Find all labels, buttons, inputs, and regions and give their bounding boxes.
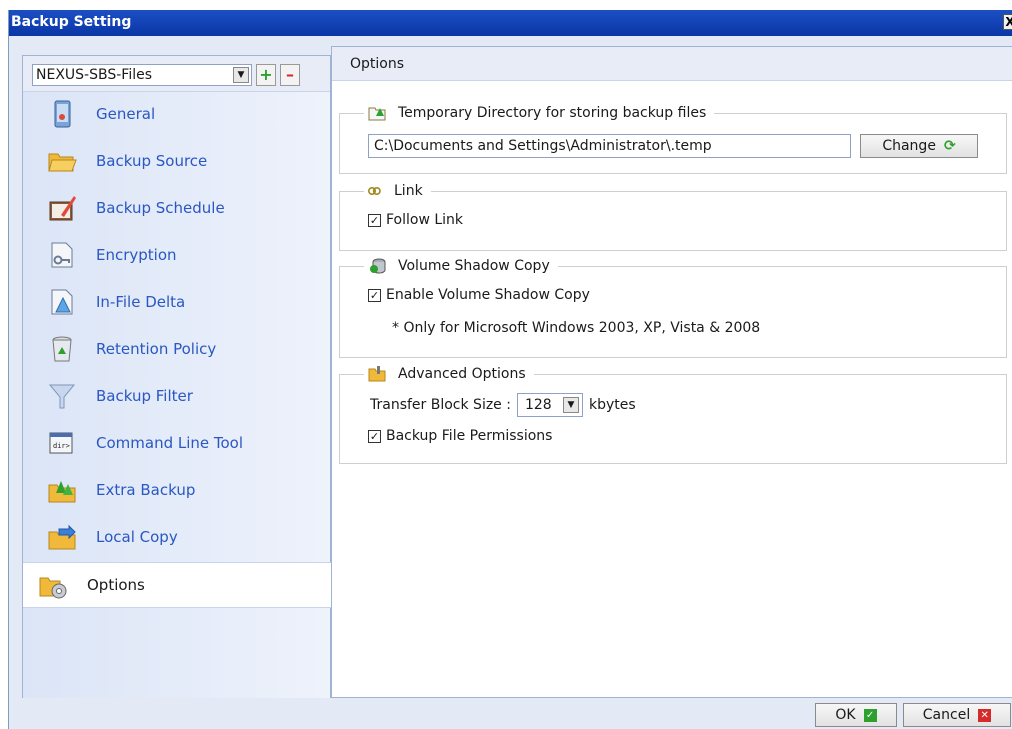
remove-backupset-button[interactable]: – xyxy=(280,64,300,86)
link-legend: Link xyxy=(364,182,431,200)
temp-dir-legend: Temporary Directory for storing backup f… xyxy=(364,104,715,122)
vss-note: * Only for Microsoft Windows 2003, XP, V… xyxy=(392,320,761,336)
ok-button-label: OK xyxy=(835,707,856,723)
sidebar-nav: General Backup Source Backup Schedule En… xyxy=(23,92,332,699)
file-permissions-label: Backup File Permissions xyxy=(386,428,553,444)
ok-button[interactable]: OK ✓ xyxy=(815,703,897,727)
temp-dir-legend-text: Temporary Directory for storing backup f… xyxy=(398,105,707,121)
cancel-button-label: Cancel xyxy=(922,707,971,723)
sidebar-item-command-line-tool[interactable]: dir> Command Line Tool xyxy=(23,421,330,467)
follow-link-label: Follow Link xyxy=(386,212,464,228)
shadow-copy-icon xyxy=(370,258,386,274)
sidebar-item-label: In-File Delta xyxy=(96,293,186,311)
change-button[interactable]: Change ⟳ xyxy=(860,134,978,158)
dialog-footer: OK ✓ Cancel ✕ xyxy=(9,698,1012,729)
main-panel: Options Temporary Directory for storing … xyxy=(331,46,1012,698)
sidebar-item-retention-policy[interactable]: Retention Policy xyxy=(23,327,330,373)
sidebar-item-encryption[interactable]: Encryption xyxy=(23,233,330,279)
temp-dir-group: Temporary Directory for storing backup f… xyxy=(339,104,1007,174)
sidebar-item-label: Encryption xyxy=(96,246,177,264)
folder-icon xyxy=(368,107,386,121)
file-permissions-row[interactable]: ✓ Backup File Permissions xyxy=(368,428,552,444)
link-icon xyxy=(368,187,381,195)
sidebar-item-label: Options xyxy=(87,576,145,594)
vss-group: Volume Shadow Copy ✓ Enable Volume Shado… xyxy=(339,257,1007,358)
temp-dir-input[interactable]: C:\Documents and Settings\Administrator\… xyxy=(368,134,851,158)
recycle-bin-icon xyxy=(52,336,72,362)
sidebar-item-label: Backup Filter xyxy=(96,387,193,405)
sidebar-item-extra-backup[interactable]: Extra Backup xyxy=(23,468,330,514)
page-title: Options xyxy=(332,47,1012,81)
sidebar-item-in-file-delta[interactable]: In-File Delta xyxy=(23,280,330,326)
advanced-legend-text: Advanced Options xyxy=(398,366,526,382)
enable-vss-row[interactable]: ✓ Enable Volume Shadow Copy xyxy=(368,287,590,303)
sidebar-item-options[interactable]: Options xyxy=(23,562,332,608)
enable-vss-label: Enable Volume Shadow Copy xyxy=(386,287,590,303)
chevron-down-icon[interactable]: ▼ xyxy=(562,397,579,413)
sidebar-item-backup-schedule[interactable]: Backup Schedule xyxy=(23,186,330,232)
sidebar-item-backup-filter[interactable]: Backup Filter xyxy=(23,374,330,420)
sidebar-header: NEXUS-SBS-Files ▼ + – xyxy=(23,56,330,92)
advanced-group: Advanced Options Transfer Block Size : 1… xyxy=(339,365,1007,464)
backup-setting-window: Backup Setting X NEXUS-SBS-Files ▼ + – G… xyxy=(8,10,1012,729)
vss-legend-text: Volume Shadow Copy xyxy=(398,258,550,274)
schedule-icon xyxy=(49,196,76,221)
sidebar-item-label: Backup Schedule xyxy=(96,199,225,217)
delta-icon xyxy=(51,289,73,315)
extra-backup-icon xyxy=(48,481,76,503)
block-size-value: 128 xyxy=(524,397,552,413)
title-bar: Backup Setting X xyxy=(9,10,1012,36)
sidebar-item-general[interactable]: General xyxy=(23,92,330,138)
cancel-button[interactable]: Cancel ✕ xyxy=(903,703,1011,727)
check-icon: ✓ xyxy=(863,708,877,722)
link-group: Link ✓ Follow Link xyxy=(339,182,1007,251)
follow-link-checkbox[interactable]: ✓ xyxy=(368,213,381,227)
local-copy-icon xyxy=(48,524,76,550)
add-backupset-button[interactable]: + xyxy=(256,64,276,86)
sidebar-item-label: Backup Source xyxy=(96,152,208,170)
sidebar-item-label: Command Line Tool xyxy=(96,434,244,452)
link-legend-text: Link xyxy=(394,183,423,199)
sidebar: NEXUS-SBS-Files ▼ + – General Backup Sou… xyxy=(22,55,332,700)
sidebar-item-label: General xyxy=(96,105,156,123)
backupset-select[interactable]: NEXUS-SBS-Files ▼ xyxy=(32,64,252,86)
sidebar-item-label: Local Copy xyxy=(96,528,178,546)
block-size-row: Transfer Block Size : 128 ▼ kbytes xyxy=(370,393,636,417)
general-icon xyxy=(54,100,71,128)
svg-text:dir>: dir> xyxy=(53,442,70,450)
backupset-value: NEXUS-SBS-Files xyxy=(36,67,152,83)
filter-icon xyxy=(48,384,76,409)
sidebar-item-label: Extra Backup xyxy=(96,481,196,499)
sidebar-item-label: Retention Policy xyxy=(96,340,217,358)
block-size-unit: kbytes xyxy=(588,397,636,413)
sidebar-item-backup-source[interactable]: Backup Source xyxy=(23,139,330,185)
block-size-select[interactable]: 128 ▼ xyxy=(516,393,583,417)
refresh-icon: ⟳ xyxy=(943,138,956,154)
file-permissions-checkbox[interactable]: ✓ xyxy=(368,429,381,443)
block-size-label: Transfer Block Size : xyxy=(370,397,511,413)
command-line-icon: dir> xyxy=(49,432,73,454)
close-button[interactable]: X xyxy=(1003,14,1012,30)
enable-vss-checkbox[interactable]: ✓ xyxy=(368,288,381,302)
key-icon xyxy=(51,242,73,268)
vss-legend: Volume Shadow Copy xyxy=(364,257,558,275)
chevron-down-icon[interactable]: ▼ xyxy=(233,67,249,83)
options-icon xyxy=(39,577,67,599)
window-title: Backup Setting xyxy=(11,14,132,30)
advanced-options-icon xyxy=(368,366,386,382)
advanced-legend: Advanced Options xyxy=(364,365,534,383)
follow-link-row[interactable]: ✓ Follow Link xyxy=(368,212,463,228)
change-button-label: Change xyxy=(882,138,936,154)
folder-icon xyxy=(48,153,77,172)
close-icon: ✕ xyxy=(978,708,992,722)
sidebar-item-local-copy[interactable]: Local Copy xyxy=(23,515,330,561)
